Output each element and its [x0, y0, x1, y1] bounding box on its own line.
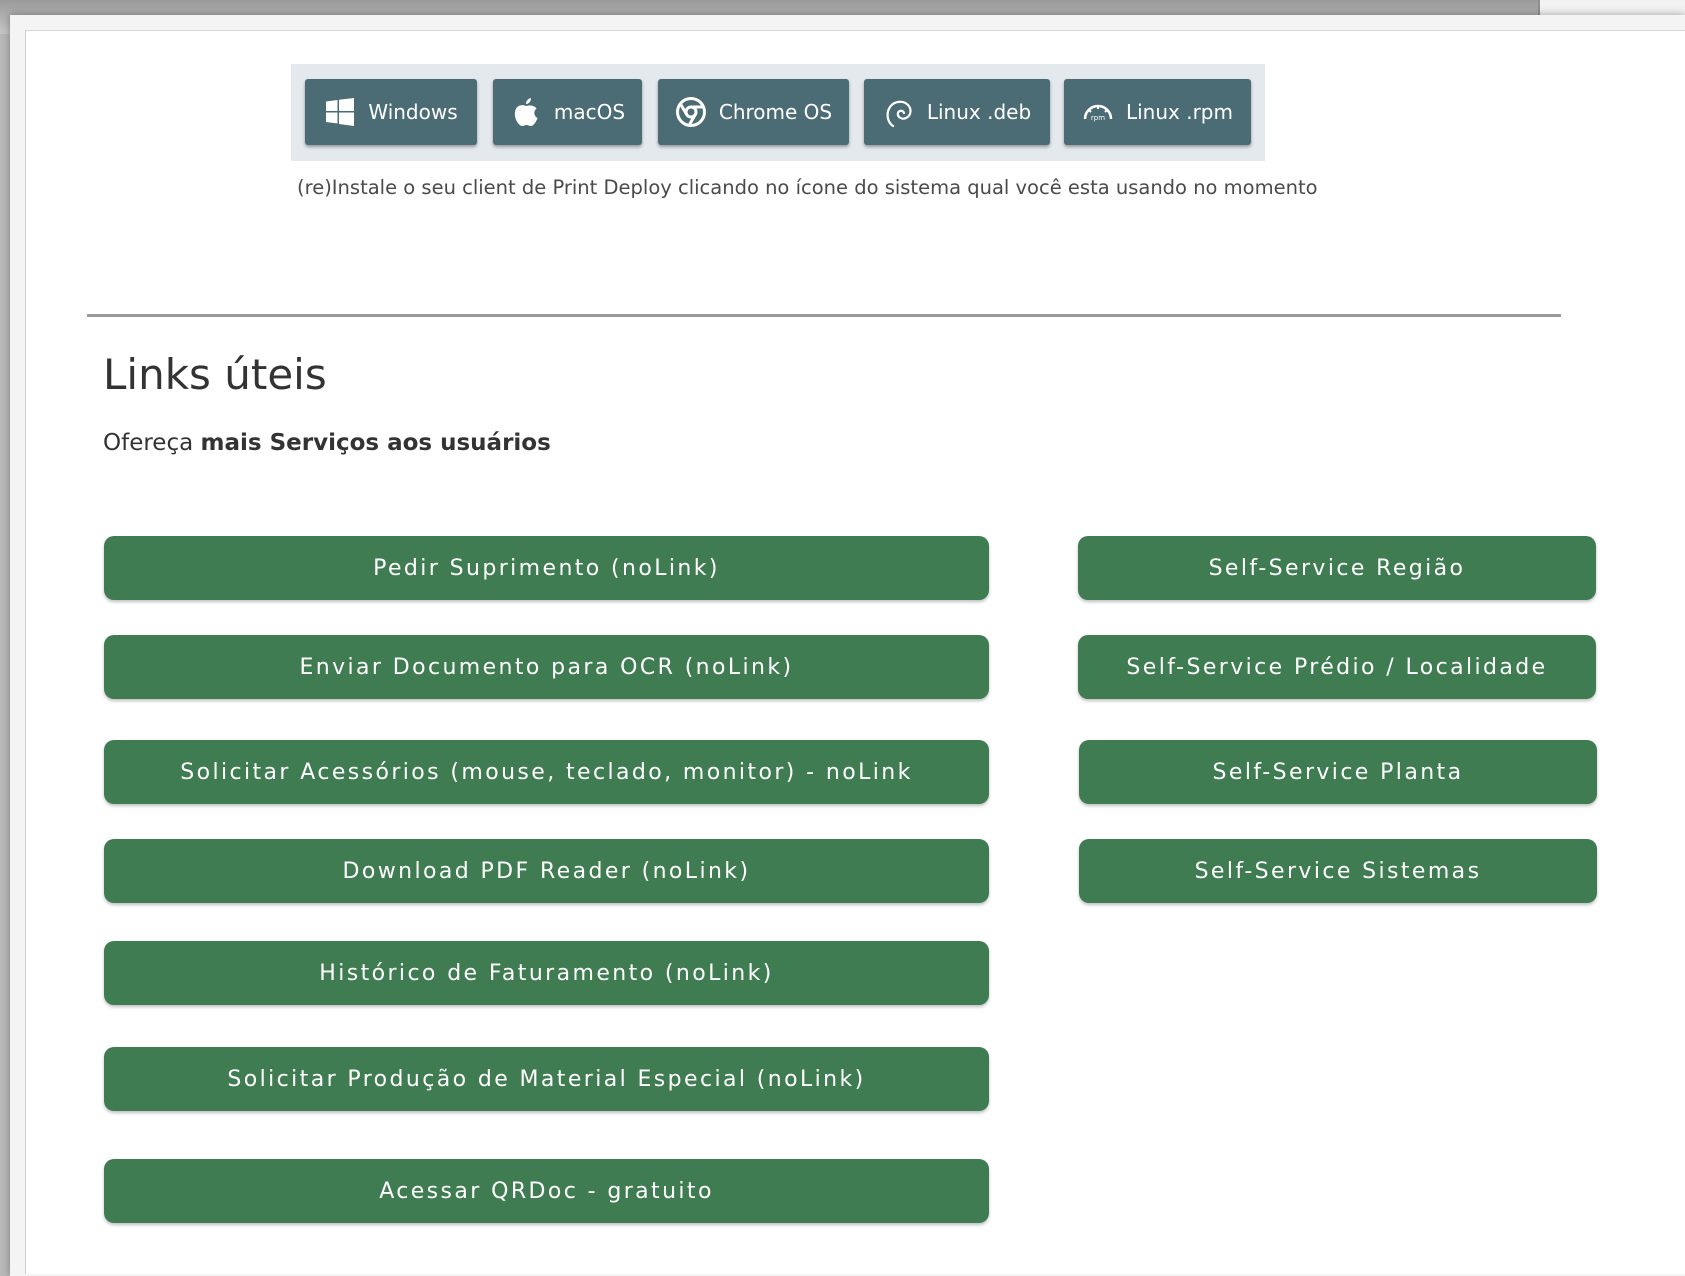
send-ocr-button[interactable]: Enviar Documento para OCR (noLink) [104, 635, 989, 699]
macos-download-button[interactable]: macOS [493, 79, 642, 145]
windows-icon [324, 96, 356, 128]
apple-icon [510, 96, 542, 128]
chrome-icon [675, 96, 707, 128]
download-pdf-reader-button[interactable]: Download PDF Reader (noLink) [104, 839, 989, 903]
special-material-button[interactable]: Solicitar Produção de Material Especial … [104, 1047, 989, 1111]
chromeos-download-button[interactable]: Chrome OS [658, 79, 849, 145]
windows-download-label: Windows [368, 100, 458, 124]
linux-rpm-download-button[interactable]: rpm Linux .rpm [1064, 79, 1251, 145]
debian-icon [883, 96, 915, 128]
section-divider [87, 314, 1561, 317]
linux-deb-download-label: Linux .deb [926, 100, 1032, 124]
subtitle-prefix: Ofereça [103, 430, 201, 456]
self-service-building-button[interactable]: Self-Service Prédio / Localidade [1078, 635, 1596, 699]
chromeos-download-label: Chrome OS [718, 100, 833, 124]
self-service-region-button[interactable]: Self-Service Região [1078, 536, 1596, 600]
qrdoc-button[interactable]: Acessar QRDoc - gratuito [104, 1159, 989, 1223]
self-service-systems-button[interactable]: Self-Service Sistemas [1079, 839, 1597, 903]
svg-text:rpm: rpm [1091, 114, 1105, 122]
rpm-icon: rpm [1082, 96, 1114, 128]
request-accessories-button[interactable]: Solicitar Acessórios (mouse, teclado, mo… [104, 740, 989, 804]
macos-download-label: macOS [553, 100, 626, 124]
self-service-plant-button[interactable]: Self-Service Planta [1079, 740, 1597, 804]
links-section-title: Links úteis [103, 350, 327, 399]
linux-deb-download-button[interactable]: Linux .deb [864, 79, 1050, 145]
billing-history-button[interactable]: Histórico de Faturamento (noLink) [104, 941, 989, 1005]
links-section-subtitle: Ofereça mais Serviços aos usuários [103, 430, 551, 456]
windows-download-button[interactable]: Windows [305, 79, 477, 145]
linux-rpm-download-label: Linux .rpm [1125, 100, 1233, 124]
order-supplies-button[interactable]: Pedir Suprimento (noLink) [104, 536, 989, 600]
subtitle-bold: mais Serviços aos usuários [200, 430, 551, 456]
install-hint: (re)Instale o seu client de Print Deploy… [297, 176, 1318, 199]
